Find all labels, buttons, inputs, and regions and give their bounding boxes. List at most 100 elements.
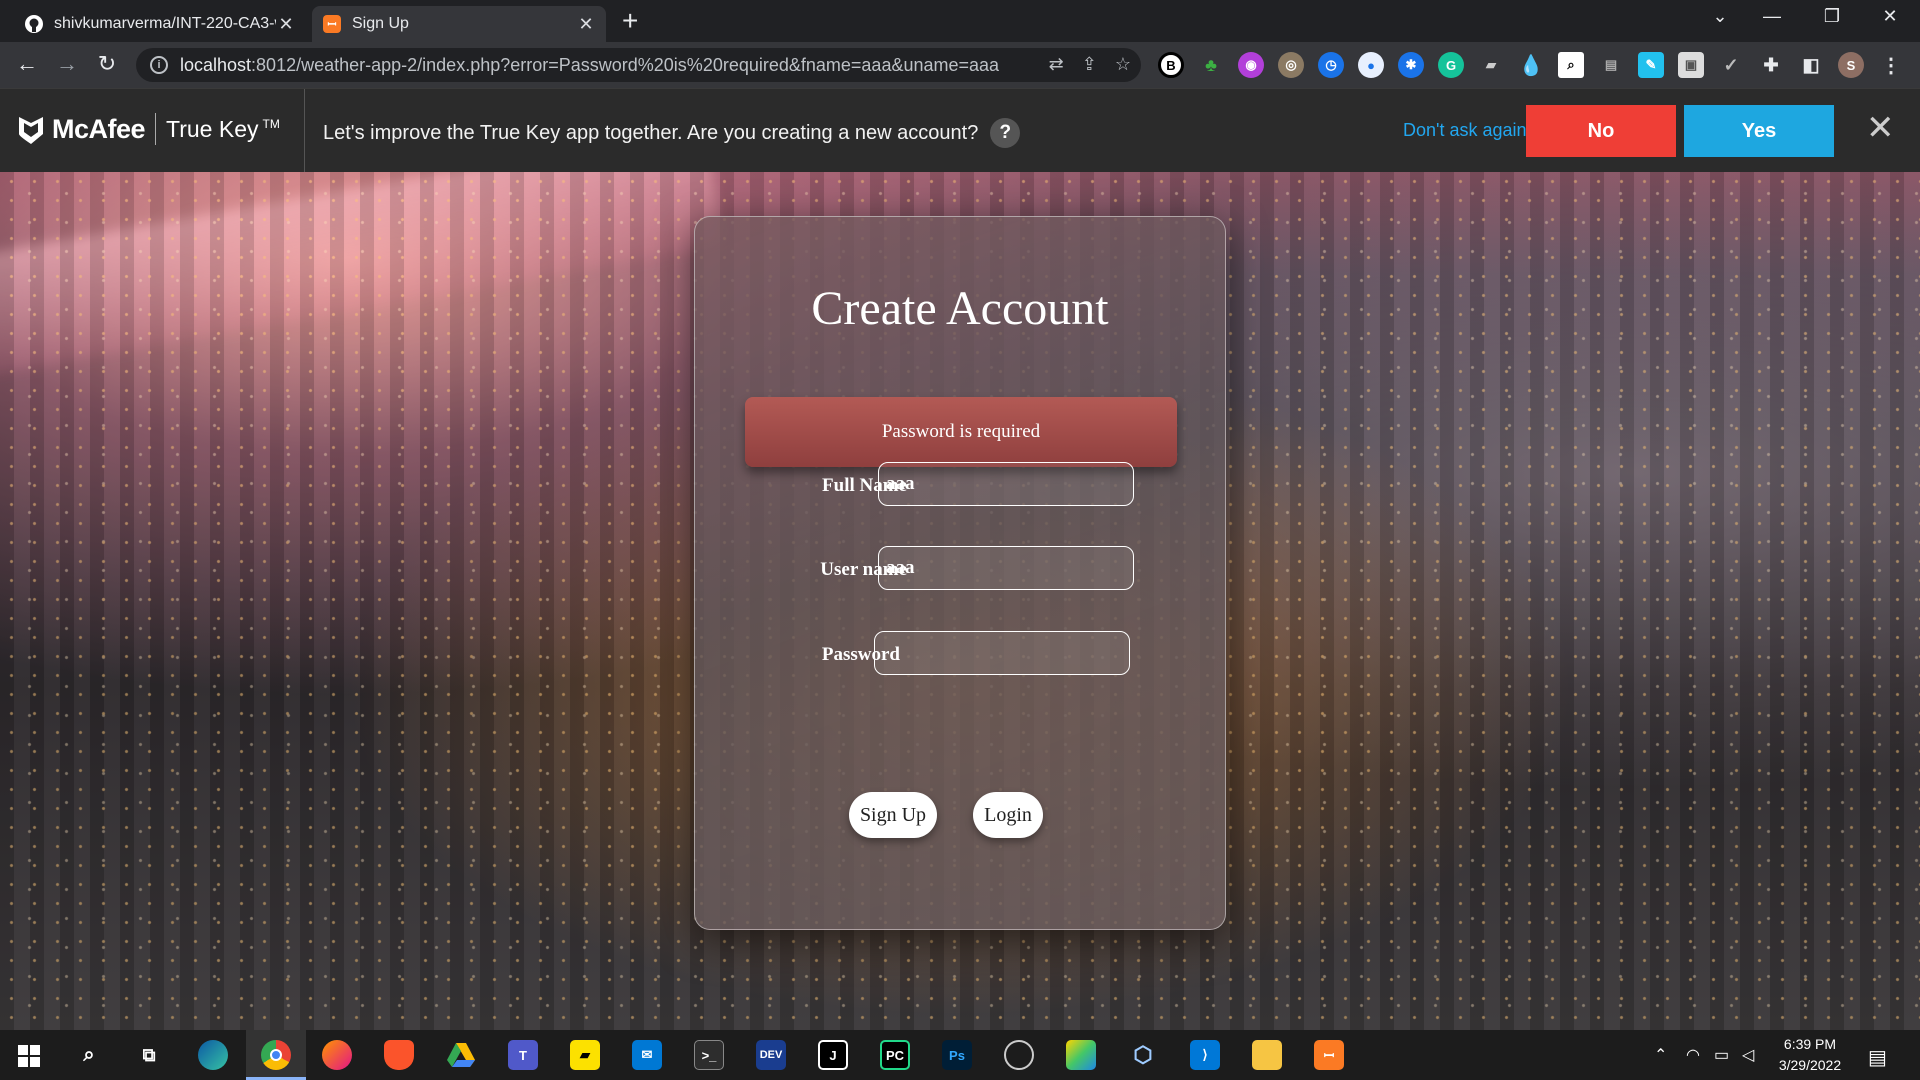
full-name-input[interactable] bbox=[878, 462, 1134, 506]
system-clock[interactable]: 6:39 PM 3/29/2022 bbox=[1760, 1034, 1860, 1076]
purple-extension-icon[interactable]: ◉ bbox=[1238, 52, 1264, 78]
mcafee-truekey-logo: McAfee True Key TM bbox=[18, 113, 280, 145]
signup-card: Create Account Password is required Full… bbox=[694, 216, 1226, 930]
chrome-icon[interactable] bbox=[261, 1040, 291, 1070]
grammarly-icon[interactable]: G bbox=[1438, 52, 1464, 78]
new-tab-plus-icon[interactable]: + bbox=[622, 7, 638, 35]
restore-icon[interactable]: ❐ bbox=[1812, 6, 1852, 27]
pen-extension-icon[interactable]: ✎ bbox=[1638, 52, 1664, 78]
chat-extension-icon[interactable]: ● bbox=[1358, 52, 1384, 78]
truekey-yes-button[interactable]: Yes bbox=[1684, 105, 1834, 157]
battery-icon[interactable]: ▭ bbox=[1714, 1045, 1729, 1065]
windows-taskbar: ⌕ ⧉ T ▰ ✉ >_ DEV J PC Ps ⬡ ⟩ ꟷ ⌃ ◠ ▭ ◁ 6… bbox=[0, 1030, 1920, 1080]
pycharm-icon[interactable]: PC bbox=[880, 1040, 910, 1070]
window-close-icon[interactable]: ✕ bbox=[1870, 6, 1910, 27]
card-title: Create Account bbox=[811, 282, 1109, 335]
minimize-icon[interactable]: — bbox=[1752, 6, 1792, 27]
xampp-taskbar-icon[interactable]: ꟷ bbox=[1314, 1040, 1344, 1070]
jetbrains-icon[interactable]: J bbox=[818, 1040, 848, 1070]
address-bar[interactable]: i localhost:8012/weather-app-2/index.php… bbox=[136, 48, 1141, 82]
tab-github[interactable]: shivkumarverma/INT-220-CA3-w ✕ bbox=[14, 6, 306, 42]
extensions-puzzle-icon[interactable]: ✚ bbox=[1758, 52, 1784, 78]
url-host: localhost bbox=[180, 54, 252, 75]
dev-community-icon[interactable]: DEV bbox=[756, 1040, 786, 1070]
bookmark-star-icon[interactable]: ☆ bbox=[1115, 54, 1131, 75]
truekey-infobar: McAfee True Key TM Let's improve the True… bbox=[0, 88, 1920, 173]
user-name-row: User name bbox=[695, 546, 1225, 592]
notifications-icon[interactable]: ▤ bbox=[1868, 1045, 1887, 1070]
tab-title: Sign Up bbox=[352, 15, 409, 32]
volume-icon[interactable]: ◁ bbox=[1742, 1045, 1754, 1065]
notes-extension-icon[interactable]: ▤ bbox=[1598, 52, 1624, 78]
github-icon bbox=[25, 15, 43, 33]
profile-avatar[interactable]: S bbox=[1838, 52, 1864, 78]
google-drive-icon[interactable] bbox=[446, 1040, 476, 1070]
logo-separator bbox=[155, 113, 157, 145]
dark-mode-extension-icon[interactable]: ▰ bbox=[1478, 52, 1504, 78]
xampp-icon: ꟷ bbox=[323, 15, 341, 33]
task-view-icon[interactable]: ⧉ bbox=[134, 1040, 164, 1070]
tree-extension-icon[interactable]: ♣ bbox=[1198, 52, 1224, 78]
search-icon[interactable]: ⌕ bbox=[74, 1040, 104, 1070]
password-input[interactable] bbox=[874, 631, 1130, 675]
truekey-question: Let's improve the True Key app together.… bbox=[323, 118, 1021, 148]
svg-text:ꟷ: ꟷ bbox=[328, 18, 337, 31]
sign-up-button[interactable]: Sign Up bbox=[849, 792, 937, 838]
bold-extension-icon[interactable]: B bbox=[1158, 52, 1184, 78]
tab-search-chevron-icon[interactable]: ⌄ bbox=[1700, 6, 1740, 27]
search-image-extension-icon[interactable]: ⌕ bbox=[1558, 52, 1584, 78]
terminal-icon[interactable]: >_ bbox=[694, 1040, 724, 1070]
owl-extension-icon[interactable]: ◎ bbox=[1278, 52, 1304, 78]
reload-icon[interactable]: ↻ bbox=[92, 51, 122, 77]
url-path: :8012/weather-app-2/index.php?error=Pass… bbox=[251, 54, 1000, 75]
close-tab-icon[interactable]: ✕ bbox=[276, 14, 296, 35]
snowflake-extension-icon[interactable]: ✱ bbox=[1398, 52, 1424, 78]
wifi-icon[interactable]: ◠ bbox=[1686, 1045, 1700, 1065]
teams-icon[interactable]: T bbox=[508, 1040, 538, 1070]
browser-tab-strip: shivkumarverma/INT-220-CA3-w ✕ ꟷ Sign Up… bbox=[0, 0, 1920, 42]
drop-extension-icon[interactable]: 💧 bbox=[1518, 52, 1544, 78]
translate-icon[interactable]: ⇄ bbox=[1049, 54, 1064, 75]
page-background: Create Account Password is required Full… bbox=[0, 172, 1920, 1030]
forward-arrow-icon[interactable]: → bbox=[52, 51, 82, 77]
user-name-input[interactable] bbox=[878, 546, 1134, 590]
trademark-mark: TM bbox=[262, 116, 280, 131]
truekey-question-text: Let's improve the True Key app together.… bbox=[323, 121, 979, 144]
password-row: Password bbox=[695, 631, 1225, 677]
bluestacks-icon[interactable] bbox=[1066, 1040, 1096, 1070]
sticky-notes-icon[interactable]: ▰ bbox=[570, 1040, 600, 1070]
help-question-icon[interactable]: ? bbox=[990, 118, 1021, 148]
truekey-no-button[interactable]: No bbox=[1526, 105, 1676, 157]
clock-time: 6:39 PM bbox=[1783, 1036, 1837, 1052]
clock-extension-icon[interactable]: ◷ bbox=[1318, 52, 1344, 78]
firefox-icon[interactable] bbox=[322, 1040, 352, 1070]
vscode-icon[interactable]: ⟩ bbox=[1190, 1040, 1220, 1070]
tray-chevron-icon[interactable]: ⌃ bbox=[1654, 1045, 1667, 1065]
brave-icon[interactable] bbox=[384, 1040, 414, 1070]
clock-date: 3/29/2022 bbox=[1778, 1057, 1842, 1073]
image-extension-icon[interactable]: ▣ bbox=[1678, 52, 1704, 78]
mail-icon[interactable]: ✉ bbox=[632, 1040, 662, 1070]
windows-start-icon[interactable] bbox=[18, 1045, 40, 1067]
truekey-product-name: True Key TM bbox=[166, 115, 280, 142]
infobar-close-icon[interactable]: ✕ bbox=[1866, 111, 1895, 145]
browser-toolbar: ← → ↻ i localhost:8012/weather-app-2/ind… bbox=[0, 42, 1920, 88]
dont-ask-again-link[interactable]: Don't ask again bbox=[1403, 120, 1527, 141]
file-explorer-icon[interactable] bbox=[1252, 1040, 1282, 1070]
side-panel-icon[interactable]: ◧ bbox=[1798, 52, 1824, 78]
login-button[interactable]: Login bbox=[973, 792, 1043, 838]
tab-sign-up[interactable]: ꟷ Sign Up ✕ bbox=[312, 6, 606, 42]
3d-viewer-icon[interactable]: ⬡ bbox=[1128, 1040, 1158, 1070]
close-tab-icon[interactable]: ✕ bbox=[576, 14, 596, 35]
obs-icon[interactable] bbox=[1004, 1040, 1034, 1070]
tab-title: shivkumarverma/INT-220-CA3-w bbox=[54, 15, 276, 32]
share-icon[interactable]: ⇪ bbox=[1082, 54, 1097, 75]
edge-icon[interactable] bbox=[198, 1040, 228, 1070]
back-arrow-icon[interactable]: ← bbox=[12, 51, 42, 77]
error-message: Password is required bbox=[745, 397, 1177, 467]
site-info-icon[interactable]: i bbox=[150, 56, 168, 74]
full-name-row: Full Name bbox=[695, 462, 1225, 508]
menu-kebab-icon[interactable]: ⋮ bbox=[1878, 52, 1904, 78]
check-extension-icon[interactable]: ✓ bbox=[1718, 52, 1744, 78]
photoshop-icon[interactable]: Ps bbox=[942, 1040, 972, 1070]
